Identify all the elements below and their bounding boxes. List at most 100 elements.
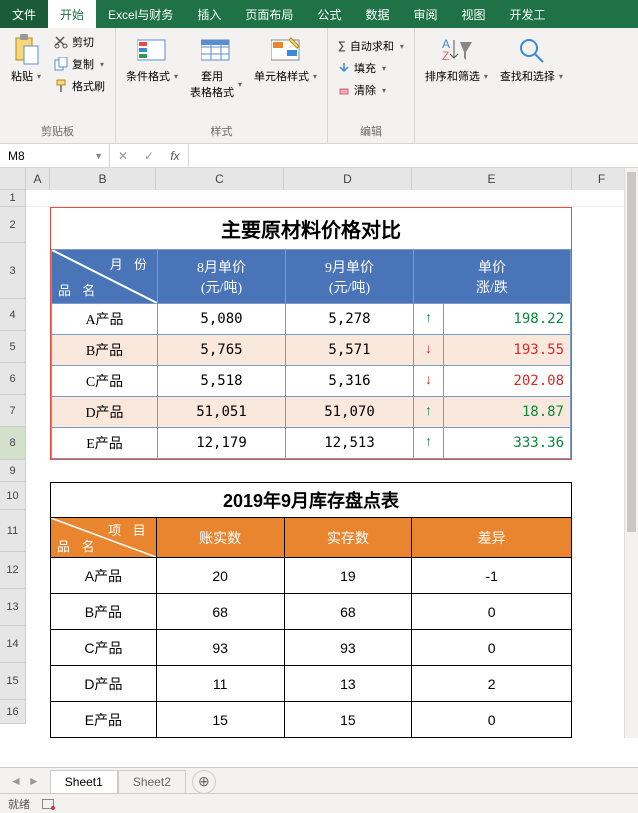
row-header[interactable]: 11	[0, 510, 26, 552]
vertical-scrollbar[interactable]	[624, 168, 638, 738]
table-row-actual[interactable]: 13	[284, 666, 412, 702]
tab-formula[interactable]: 公式	[305, 0, 353, 28]
col-header-D[interactable]: D	[284, 168, 412, 190]
sheet-nav[interactable]: ◄►	[0, 774, 50, 788]
add-sheet-button[interactable]: ⊕	[192, 770, 216, 794]
table-row-name[interactable]: A产品	[51, 558, 157, 594]
tab-dev[interactable]: 开发工	[497, 0, 557, 28]
table-row-change[interactable]: 198.22	[444, 304, 571, 335]
table-row-diff[interactable]: 0	[412, 594, 572, 630]
format-painter-button[interactable]: 格式刷	[52, 76, 107, 96]
row-header[interactable]: 1	[0, 190, 26, 207]
copy-button[interactable]: 复制	[52, 54, 107, 74]
tab-home[interactable]: 开始	[48, 0, 96, 28]
table-row-actual[interactable]: 68	[284, 594, 412, 630]
sheet-tab-1[interactable]: Sheet1	[50, 770, 118, 793]
table-row-sep[interactable]: 51,070	[286, 397, 414, 428]
table-row-diff[interactable]: -1	[412, 558, 572, 594]
col-header-A[interactable]: A	[26, 168, 50, 190]
table-row-change[interactable]: 202.08	[444, 366, 571, 397]
tab-file[interactable]: 文件	[0, 0, 48, 28]
row-header[interactable]: 6	[0, 363, 26, 395]
prev-sheet-icon[interactable]: ◄	[8, 774, 24, 788]
formula-input[interactable]	[189, 144, 638, 167]
table-row-name[interactable]: D产品	[52, 397, 158, 428]
clear-button[interactable]: 清除	[336, 80, 406, 100]
col-header-F[interactable]: F	[572, 168, 632, 190]
table-row-aug[interactable]: 5,765	[158, 335, 286, 366]
name-box[interactable]: ▼	[0, 144, 110, 167]
tab-finance[interactable]: Excel与财务	[96, 0, 185, 28]
next-sheet-icon[interactable]: ►	[26, 774, 42, 788]
tab-data[interactable]: 数据	[353, 0, 401, 28]
col-header-C[interactable]: C	[156, 168, 284, 190]
row-header[interactable]: 10	[0, 482, 26, 510]
table-row-name[interactable]: B产品	[52, 335, 158, 366]
table-row-name[interactable]: C产品	[51, 630, 157, 666]
tab-insert[interactable]: 插入	[185, 0, 233, 28]
cut-button[interactable]: 剪切	[52, 32, 107, 52]
row-header[interactable]: 13	[0, 589, 26, 626]
tab-view[interactable]: 视图	[449, 0, 497, 28]
table-row-aug[interactable]: 5,518	[158, 366, 286, 397]
table-row-sep[interactable]: 12,513	[286, 428, 414, 459]
table-row-actual[interactable]: 15	[284, 702, 412, 738]
name-box-input[interactable]	[6, 148, 76, 164]
row-header[interactable]: 8	[0, 427, 26, 460]
table-row-book[interactable]: 15	[156, 702, 284, 738]
table-row-aug[interactable]: 12,179	[158, 428, 286, 459]
col-header-B[interactable]: B	[50, 168, 156, 190]
row-header[interactable]: 16	[0, 700, 26, 724]
table-row-sep[interactable]: 5,278	[286, 304, 414, 335]
fx-button[interactable]: fx	[162, 149, 188, 163]
table-row-name[interactable]: D产品	[51, 666, 157, 702]
table-row-diff[interactable]: 0	[412, 702, 572, 738]
table-row-sep[interactable]: 5,316	[286, 366, 414, 397]
row-header[interactable]: 5	[0, 331, 26, 363]
select-all-corner[interactable]	[0, 168, 26, 190]
table-row-name[interactable]: B产品	[51, 594, 157, 630]
chevron-down-icon[interactable]: ▼	[94, 151, 103, 161]
table-row-actual[interactable]: 19	[284, 558, 412, 594]
table-row-diff[interactable]: 0	[412, 630, 572, 666]
table-row-change[interactable]: 333.36	[444, 428, 571, 459]
table-row-actual[interactable]: 93	[284, 630, 412, 666]
table-row-diff[interactable]: 2	[412, 666, 572, 702]
table-row-aug[interactable]: 51,051	[158, 397, 286, 428]
table-row-change[interactable]: 193.55	[444, 335, 571, 366]
table-row-book[interactable]: 93	[156, 630, 284, 666]
table-row-change[interactable]: 18.87	[444, 397, 571, 428]
cell-style-button[interactable]: 单元格样式	[252, 32, 319, 86]
row-header[interactable]: 9	[0, 460, 26, 482]
col-header-E[interactable]: E	[412, 168, 572, 190]
table-row-book[interactable]: 20	[156, 558, 284, 594]
fill-button[interactable]: 填充	[336, 58, 406, 78]
sheet-tab-2[interactable]: Sheet2	[118, 770, 186, 793]
macro-record-icon[interactable]	[42, 799, 54, 809]
row-header[interactable]: 4	[0, 299, 26, 331]
table-row-name[interactable]: A产品	[52, 304, 158, 335]
row-header[interactable]: 3	[0, 243, 26, 299]
autosum-button[interactable]: ∑ 自动求和	[336, 36, 406, 56]
row-header[interactable]: 14	[0, 626, 26, 663]
tab-layout[interactable]: 页面布局	[233, 0, 305, 28]
paste-button[interactable]: 粘贴	[8, 32, 44, 86]
row-header[interactable]: 15	[0, 663, 26, 700]
row-header[interactable]: 7	[0, 395, 26, 427]
tab-review[interactable]: 审阅	[401, 0, 449, 28]
worksheet-grid[interactable]: A B C D E F 1 2 3 4 5 6 7 8 9 10 11 12 1…	[0, 168, 638, 738]
table-row-aug[interactable]: 5,080	[158, 304, 286, 335]
table-row-sep[interactable]: 5,571	[286, 335, 414, 366]
row-header[interactable]: 12	[0, 552, 26, 589]
table-row-name[interactable]: E产品	[51, 702, 157, 738]
table-row-name[interactable]: C产品	[52, 366, 158, 397]
find-select-button[interactable]: 查找和选择	[498, 32, 565, 86]
sort-filter-button[interactable]: AZ 排序和筛选	[423, 32, 490, 86]
table-row-book[interactable]: 11	[156, 666, 284, 702]
table-row-name[interactable]: E产品	[52, 428, 158, 459]
conditional-format-button[interactable]: 条件格式	[124, 32, 180, 86]
cancel-formula-button[interactable]: ✕	[110, 149, 136, 163]
table-format-button[interactable]: 套用 表格格式	[188, 32, 244, 102]
accept-formula-button[interactable]: ✓	[136, 149, 162, 163]
row-header[interactable]: 2	[0, 207, 26, 243]
